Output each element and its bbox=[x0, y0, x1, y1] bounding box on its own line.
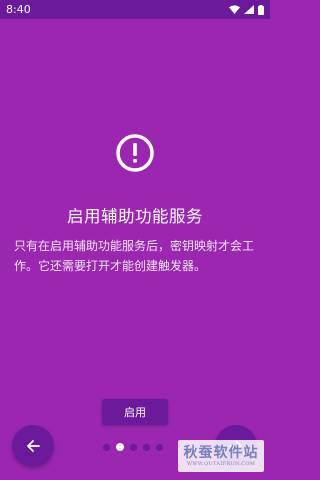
previous-button[interactable] bbox=[12, 425, 54, 467]
status-icons bbox=[229, 4, 264, 15]
arrow-left-icon bbox=[27, 440, 40, 452]
page-indicator bbox=[103, 443, 163, 451]
page-dot-active[interactable] bbox=[116, 443, 124, 451]
page-title: 启用辅助功能服务 bbox=[67, 207, 203, 226]
signal-icon bbox=[244, 5, 254, 14]
status-bar: 8:40 bbox=[0, 0, 270, 19]
watermark: 秋蚕软件站 WWW.QUTAIFRUN.COM bbox=[178, 440, 264, 472]
page-dot[interactable] bbox=[143, 443, 150, 451]
watermark-sub: WWW.QUTAIFRUN.COM bbox=[186, 460, 256, 467]
enable-button[interactable]: 启用 bbox=[102, 399, 168, 425]
battery-icon bbox=[258, 4, 264, 15]
watermark-main: 秋蚕软件站 bbox=[183, 444, 259, 461]
page-dot[interactable] bbox=[130, 443, 137, 451]
status-time: 8:40 bbox=[6, 3, 31, 16]
wifi-icon bbox=[229, 5, 240, 14]
page-description: 只有在启用辅助功能服务后，密钥映射才会工作。它还需要打开才能创建触发器。 bbox=[14, 239, 255, 273]
alert-circle-icon bbox=[116, 134, 154, 172]
page-dot[interactable] bbox=[156, 443, 163, 451]
page-dot[interactable] bbox=[103, 443, 110, 451]
